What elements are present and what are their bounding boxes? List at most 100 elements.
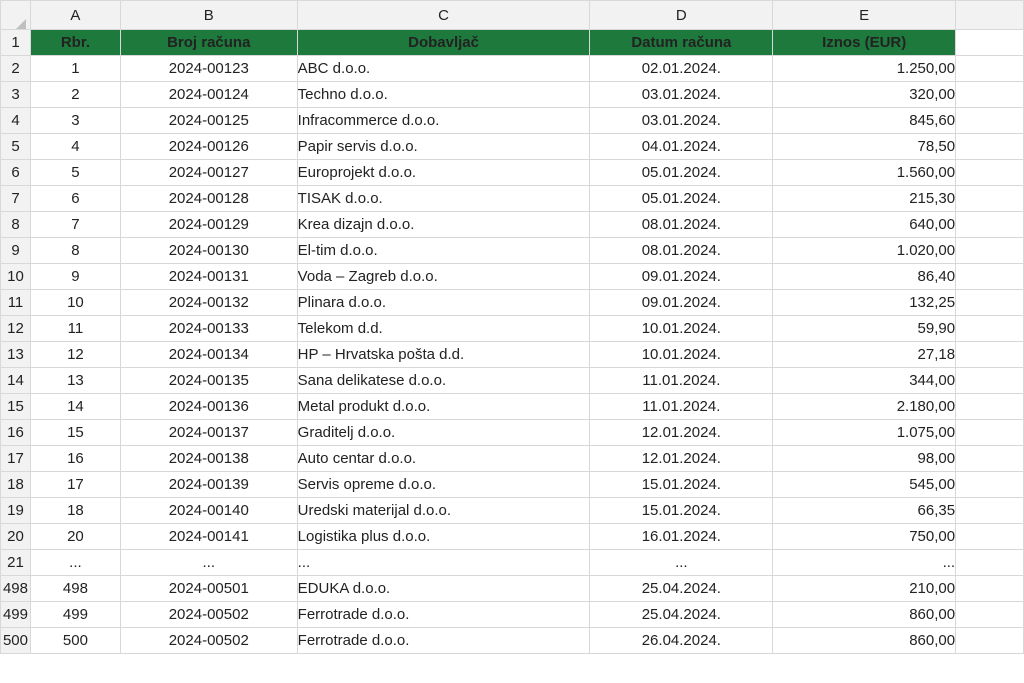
header-cell-dobavljac[interactable]: Dobavljač xyxy=(296,29,591,56)
datum-racuna-cell[interactable]: 25.04.2024. xyxy=(589,575,774,602)
rbr-cell[interactable]: 8 xyxy=(29,237,121,264)
datum-racuna-cell[interactable]: 05.01.2024. xyxy=(589,159,774,186)
datum-racuna-cell[interactable]: 08.01.2024. xyxy=(589,237,774,264)
rbr-cell[interactable]: 3 xyxy=(29,107,121,134)
broj-racuna-cell[interactable]: 2024-00124 xyxy=(119,81,298,108)
empty-cell[interactable] xyxy=(955,341,1024,368)
empty-cell[interactable] xyxy=(955,575,1024,602)
row-header[interactable]: 2 xyxy=(0,55,31,82)
datum-racuna-cell[interactable]: 15.01.2024. xyxy=(589,497,774,524)
header-cell-datum-racuna[interactable]: Datum računa xyxy=(589,29,774,56)
rbr-cell[interactable]: 15 xyxy=(29,419,121,446)
rbr-cell[interactable]: 1 xyxy=(29,55,121,82)
row-header[interactable]: 16 xyxy=(0,419,31,446)
row-header[interactable]: 10 xyxy=(0,263,31,290)
rbr-cell[interactable]: 11 xyxy=(29,315,121,342)
dobavljac-cell[interactable]: ABC d.o.o. xyxy=(296,55,591,82)
datum-racuna-cell[interactable]: 09.01.2024. xyxy=(589,263,774,290)
dobavljac-cell[interactable]: El-tim d.o.o. xyxy=(296,237,591,264)
broj-racuna-cell[interactable]: 2024-00130 xyxy=(119,237,298,264)
rbr-cell[interactable]: 4 xyxy=(29,133,121,160)
empty-cell[interactable] xyxy=(955,419,1024,446)
broj-racuna-cell[interactable]: 2024-00502 xyxy=(119,627,298,654)
datum-racuna-cell[interactable]: 25.04.2024. xyxy=(589,601,774,628)
row-header[interactable]: 12 xyxy=(0,315,31,342)
row-header[interactable]: 4 xyxy=(0,107,31,134)
select-all-corner[interactable] xyxy=(0,0,31,30)
row-header[interactable]: 498 xyxy=(0,575,31,602)
empty-cell[interactable] xyxy=(955,523,1024,550)
iznos-cell[interactable]: 210,00 xyxy=(772,575,957,602)
broj-racuna-cell[interactable]: 2024-00135 xyxy=(119,367,298,394)
rbr-cell[interactable]: 10 xyxy=(29,289,121,316)
datum-racuna-cell[interactable]: 04.01.2024. xyxy=(589,133,774,160)
dobavljac-cell[interactable]: ... xyxy=(296,549,591,576)
row-header[interactable]: 6 xyxy=(0,159,31,186)
empty-cell[interactable] xyxy=(955,133,1024,160)
iznos-cell[interactable]: 27,18 xyxy=(772,341,957,368)
dobavljac-cell[interactable]: TISAK d.o.o. xyxy=(296,185,591,212)
row-header[interactable]: 8 xyxy=(0,211,31,238)
broj-racuna-cell[interactable]: 2024-00126 xyxy=(119,133,298,160)
broj-racuna-cell[interactable]: 2024-00125 xyxy=(119,107,298,134)
broj-racuna-cell[interactable]: 2024-00136 xyxy=(119,393,298,420)
iznos-cell[interactable]: 78,50 xyxy=(772,133,957,160)
dobavljac-cell[interactable]: Plinara d.o.o. xyxy=(296,289,591,316)
datum-racuna-cell[interactable]: 11.01.2024. xyxy=(589,393,774,420)
iznos-cell[interactable]: 66,35 xyxy=(772,497,957,524)
row-header[interactable]: 7 xyxy=(0,185,31,212)
dobavljac-cell[interactable]: Metal produkt d.o.o. xyxy=(296,393,591,420)
dobavljac-cell[interactable]: Servis opreme d.o.o. xyxy=(296,471,591,498)
datum-racuna-cell[interactable]: 12.01.2024. xyxy=(589,445,774,472)
rbr-cell[interactable]: 13 xyxy=(29,367,121,394)
dobavljac-cell[interactable]: Ferrotrade d.o.o. xyxy=(296,627,591,654)
broj-racuna-cell[interactable]: 2024-00139 xyxy=(119,471,298,498)
row-header[interactable]: 14 xyxy=(0,367,31,394)
row-header[interactable]: 1 xyxy=(0,29,31,56)
broj-racuna-cell[interactable]: 2024-00141 xyxy=(119,523,298,550)
broj-racuna-cell[interactable]: 2024-00133 xyxy=(119,315,298,342)
dobavljac-cell[interactable]: Logistika plus d.o.o. xyxy=(296,523,591,550)
iznos-cell[interactable]: 86,40 xyxy=(772,263,957,290)
dobavljac-cell[interactable]: Voda – Zagreb d.o.o. xyxy=(296,263,591,290)
broj-racuna-cell[interactable]: 2024-00127 xyxy=(119,159,298,186)
datum-racuna-cell[interactable]: 05.01.2024. xyxy=(589,185,774,212)
dobavljac-cell[interactable]: Auto centar d.o.o. xyxy=(296,445,591,472)
row-header[interactable]: 11 xyxy=(0,289,31,316)
empty-cell[interactable] xyxy=(955,315,1024,342)
broj-racuna-cell[interactable]: 2024-00129 xyxy=(119,211,298,238)
broj-racuna-cell[interactable]: 2024-00138 xyxy=(119,445,298,472)
broj-racuna-cell[interactable]: 2024-00123 xyxy=(119,55,298,82)
header-cell-iznos[interactable]: Iznos (EUR) xyxy=(772,29,957,56)
rbr-cell[interactable]: ... xyxy=(29,549,121,576)
empty-cell[interactable] xyxy=(955,549,1024,576)
row-header[interactable]: 20 xyxy=(0,523,31,550)
iznos-cell[interactable]: 1.250,00 xyxy=(772,55,957,82)
rbr-cell[interactable]: 6 xyxy=(29,185,121,212)
empty-cell[interactable] xyxy=(955,81,1024,108)
datum-racuna-cell[interactable]: 12.01.2024. xyxy=(589,419,774,446)
empty-cell[interactable] xyxy=(955,497,1024,524)
empty-cell[interactable] xyxy=(955,263,1024,290)
broj-racuna-cell[interactable]: 2024-00134 xyxy=(119,341,298,368)
row-header[interactable]: 19 xyxy=(0,497,31,524)
datum-racuna-cell[interactable]: 16.01.2024. xyxy=(589,523,774,550)
datum-racuna-cell[interactable]: 26.04.2024. xyxy=(589,627,774,654)
datum-racuna-cell[interactable]: 03.01.2024. xyxy=(589,81,774,108)
broj-racuna-cell[interactable]: 2024-00501 xyxy=(119,575,298,602)
iznos-cell[interactable]: 640,00 xyxy=(772,211,957,238)
empty-cell[interactable] xyxy=(955,393,1024,420)
row-header[interactable]: 5 xyxy=(0,133,31,160)
rbr-cell[interactable]: 498 xyxy=(29,575,121,602)
dobavljac-cell[interactable]: HP – Hrvatska pošta d.d. xyxy=(296,341,591,368)
datum-racuna-cell[interactable]: 09.01.2024. xyxy=(589,289,774,316)
broj-racuna-cell[interactable]: 2024-00140 xyxy=(119,497,298,524)
broj-racuna-cell[interactable]: 2024-00137 xyxy=(119,419,298,446)
iznos-cell[interactable]: 215,30 xyxy=(772,185,957,212)
empty-cell[interactable] xyxy=(955,185,1024,212)
broj-racuna-cell[interactable]: 2024-00502 xyxy=(119,601,298,628)
column-header-e[interactable]: E xyxy=(772,0,957,30)
row-header[interactable]: 17 xyxy=(0,445,31,472)
header-cell-rbr[interactable]: Rbr. xyxy=(29,29,121,56)
empty-cell[interactable] xyxy=(955,289,1024,316)
